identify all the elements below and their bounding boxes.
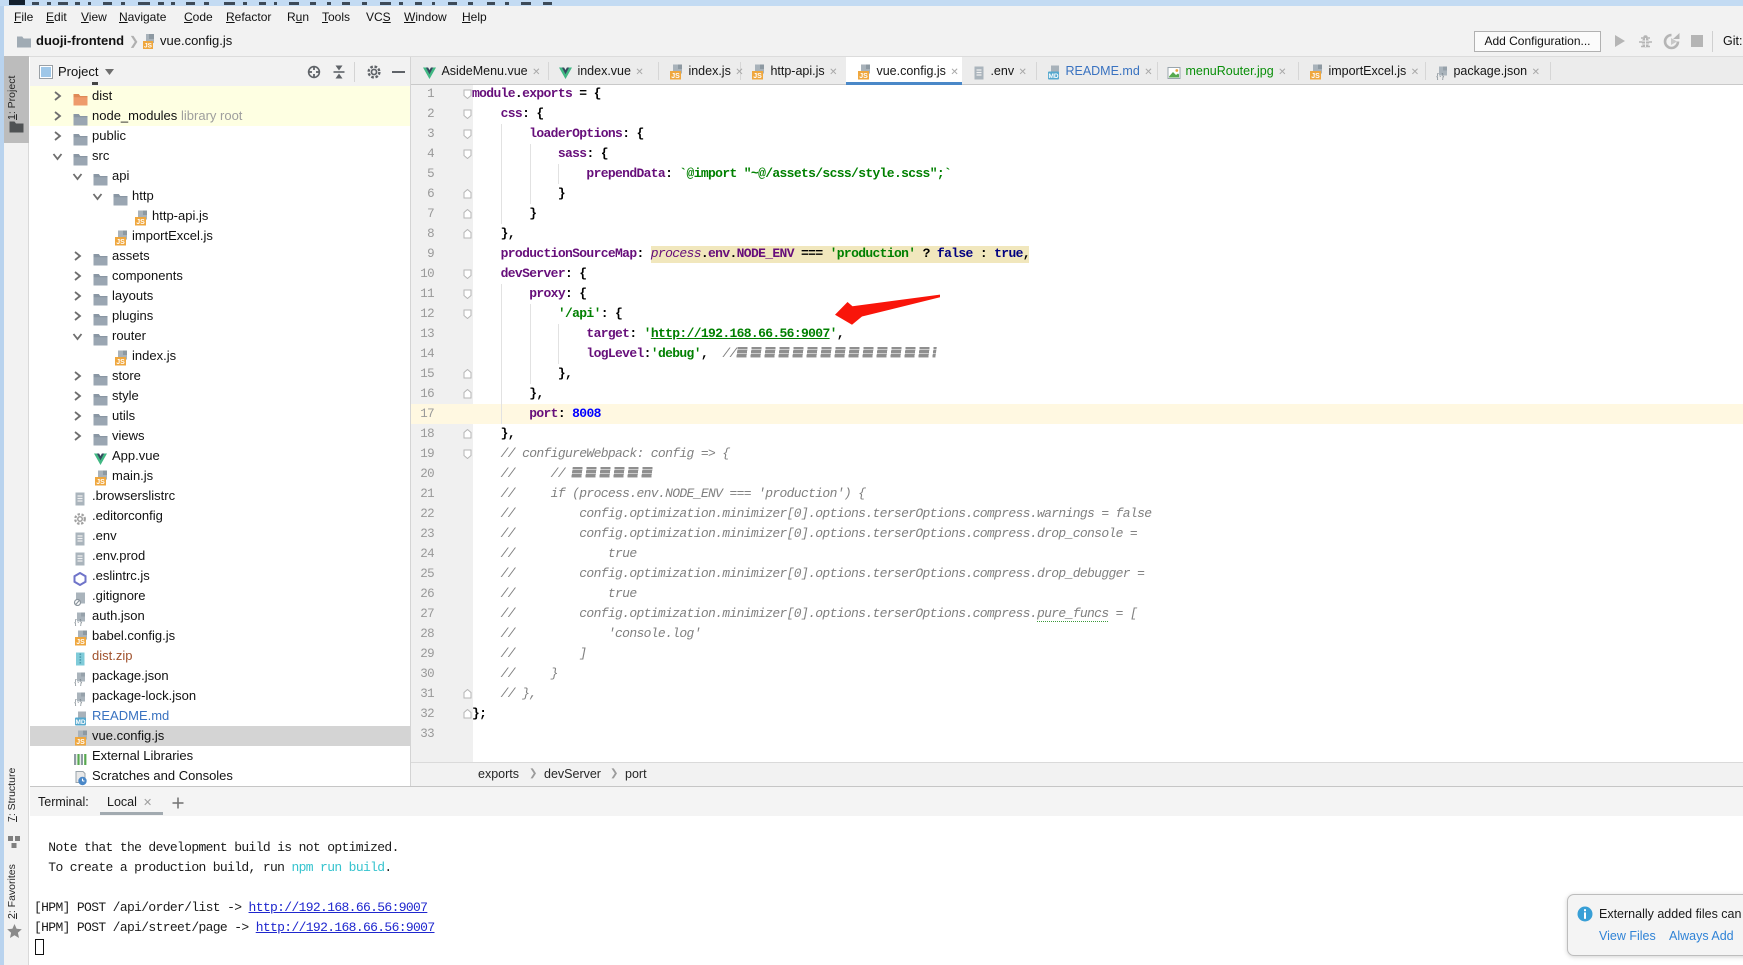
svg-text:JS: JS bbox=[116, 239, 125, 246]
svg-text:{·}: {·} bbox=[1436, 72, 1444, 80]
svg-text:JS: JS bbox=[144, 43, 153, 50]
svg-text:JS: JS bbox=[671, 73, 680, 80]
svg-text:JS: JS bbox=[116, 359, 125, 366]
svg-text:JS: JS bbox=[76, 739, 85, 746]
svg-text:JS: JS bbox=[753, 73, 762, 80]
svg-text:{·}: {·} bbox=[74, 618, 82, 626]
svg-text:MD: MD bbox=[75, 719, 85, 726]
svg-text:{·}: {·} bbox=[74, 698, 82, 706]
svg-text:JS: JS bbox=[136, 219, 145, 226]
svg-text:JS: JS bbox=[76, 639, 85, 646]
svg-text:MD: MD bbox=[1048, 73, 1058, 80]
svg-text:{·}: {·} bbox=[74, 678, 82, 686]
svg-text:JS: JS bbox=[96, 479, 105, 486]
svg-text:JS: JS bbox=[1311, 73, 1320, 80]
svg-text:JS: JS bbox=[859, 73, 868, 80]
